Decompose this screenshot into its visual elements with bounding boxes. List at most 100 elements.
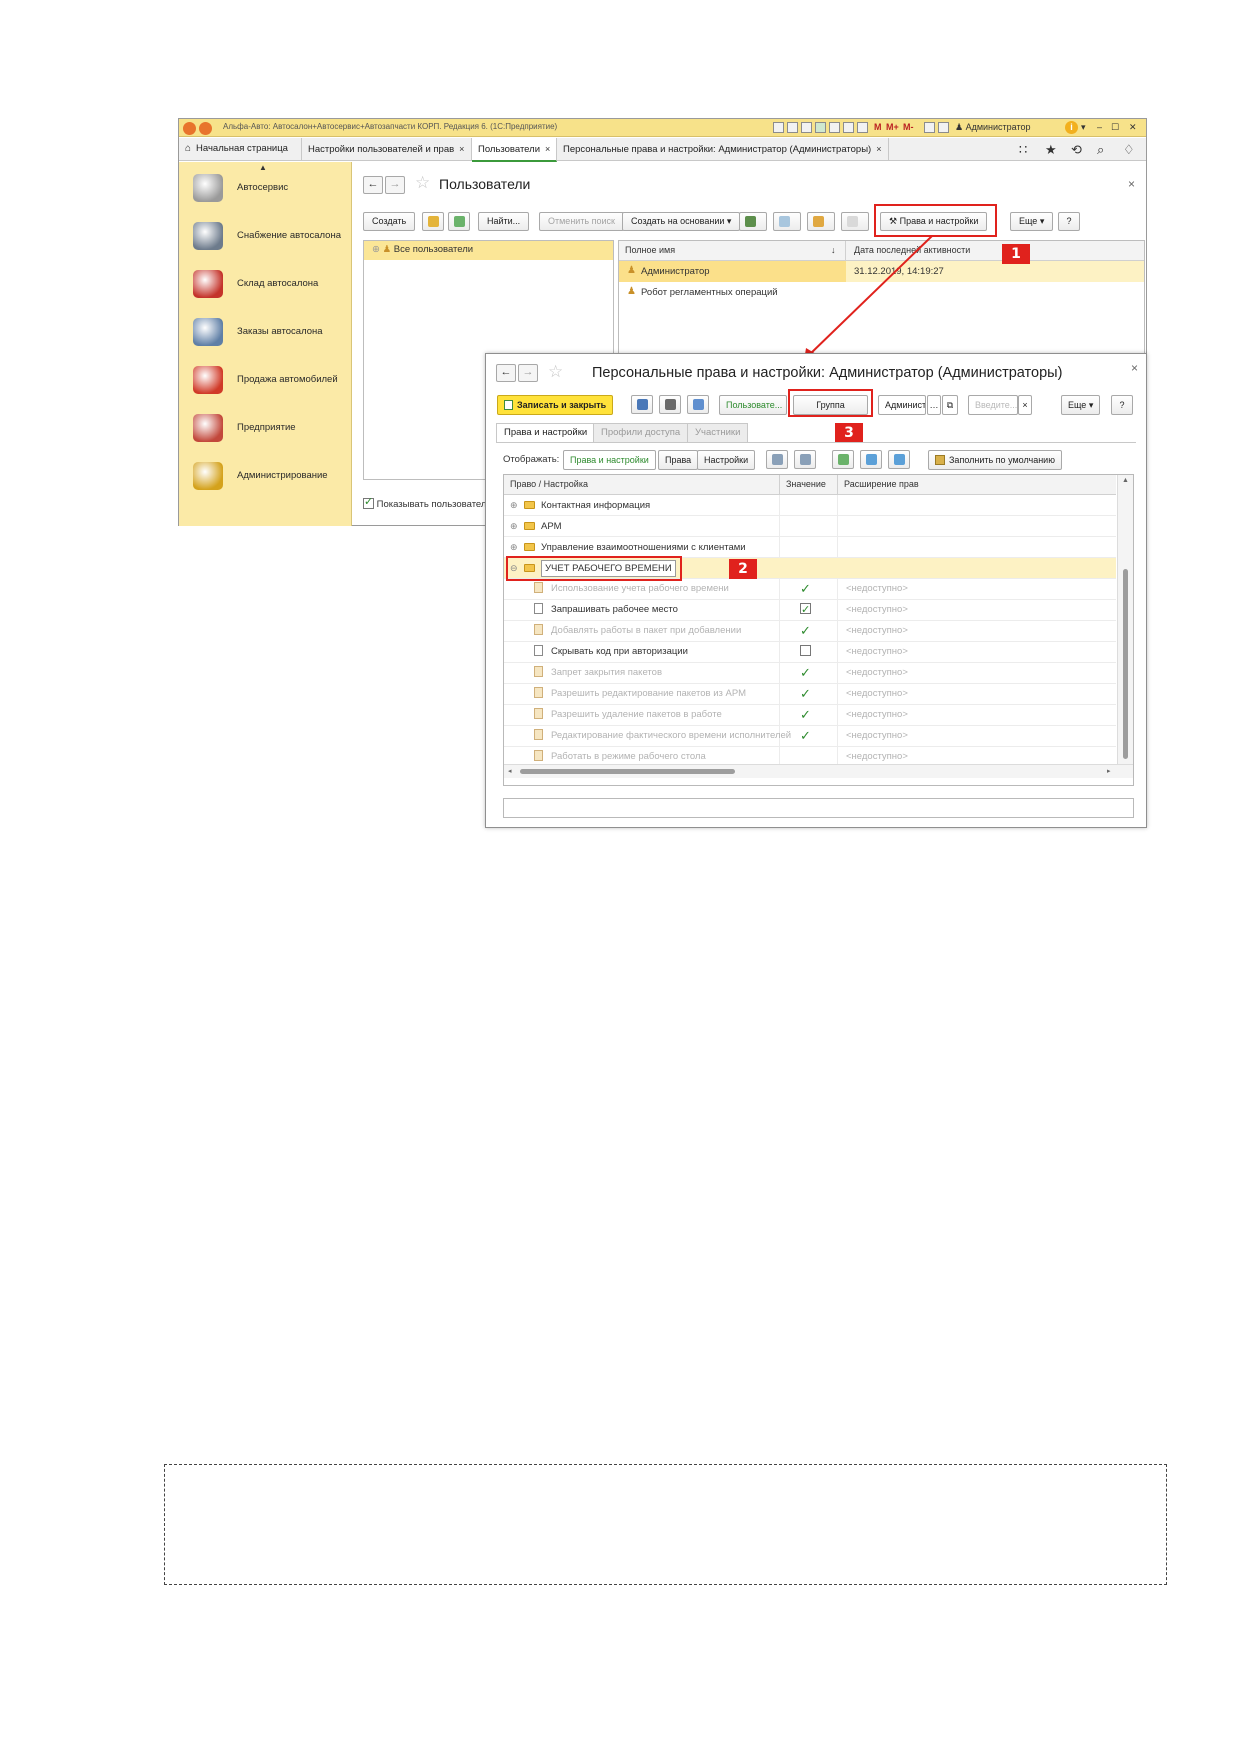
column-divider [837, 684, 838, 705]
extension-cell: <недоступно> [846, 663, 908, 684]
value-cell[interactable]: ✓ [800, 684, 811, 705]
help-button[interactable]: ? [1111, 395, 1133, 415]
close-icon[interactable]: × [1131, 361, 1138, 375]
print-button[interactable] [659, 395, 681, 414]
column-divider [837, 537, 838, 558]
fill-default-button[interactable]: Заполнить по умолчанию [928, 450, 1062, 470]
search-field[interactable]: Введите... [968, 395, 1018, 415]
item-label: Разрешить редактирование пакетов из АРМ [551, 688, 747, 699]
document-icon [534, 582, 543, 593]
collapse-all-button[interactable] [794, 450, 816, 469]
column-divider [779, 705, 780, 726]
group-cell: ⊕ Управление взаимоотношениями с клиентам… [510, 537, 746, 558]
tree-item-row[interactable]: Добавлять работы в пакет при добавлении ✓… [504, 621, 1116, 642]
tab-access-profiles[interactable]: Профили доступа [593, 423, 689, 442]
col-rights-extension[interactable]: Расширение прав [844, 475, 919, 494]
more-label: Еще [1068, 400, 1087, 410]
value-cell[interactable]: ✓ [800, 705, 811, 726]
display-rights[interactable]: Права [658, 450, 699, 470]
col-value[interactable]: Значение [786, 475, 826, 494]
extension-cell: <недоступно> [846, 642, 908, 663]
save-and-close-button[interactable]: Записать и закрыть [497, 395, 614, 415]
checkmark-icon: ✓ [800, 665, 811, 680]
expand-icon[interactable]: ⊕ [510, 537, 519, 557]
document-icon [534, 603, 543, 614]
item-cell: Разрешить удаление пакетов в работе [534, 705, 722, 726]
collapse-all-icon [800, 454, 811, 465]
group-label: Контактная информация [541, 500, 651, 511]
list-button[interactable] [687, 395, 709, 414]
col-right-setting[interactable]: Право / Настройка [510, 475, 588, 494]
scroll-left-icon[interactable]: ◂ [508, 767, 512, 775]
tree-item-row[interactable]: Редактирование фактического времени испо… [504, 726, 1116, 747]
tab-participants[interactable]: Участники [687, 423, 749, 442]
expand-all-button[interactable] [766, 450, 788, 469]
tab-rights-settings[interactable]: Права и настройки [496, 423, 596, 442]
save-doc-icon [504, 400, 513, 410]
copy-rights-button[interactable] [832, 450, 854, 469]
tree-group-row[interactable]: ⊕ Управление взаимоотношениями с клиентам… [504, 537, 1116, 558]
tree-item-row[interactable]: Скрывать код при авторизации <недоступно> [504, 642, 1116, 663]
tree-item-row[interactable]: Запрет закрытия пакетов ✓ <недоступно> [504, 663, 1116, 684]
tree-item-row[interactable]: Использование учета рабочего времени ✓ <не… [504, 579, 1116, 600]
column-divider [837, 663, 838, 684]
expand-all-icon [772, 454, 783, 465]
tree-item-row[interactable]: Запрашивать рабочее место ✓ <недоступно> [504, 600, 1116, 621]
item-label: Запрашивать рабочее место [551, 604, 678, 615]
scroll-up-icon[interactable]: ▲ [1122, 477, 1129, 484]
admin-field[interactable]: Администр [878, 395, 926, 415]
document-icon [534, 708, 543, 719]
more-button[interactable]: Еще ▾ [1061, 395, 1101, 415]
value-cell[interactable]: ✓ [800, 726, 811, 747]
column-divider [779, 600, 780, 621]
item-label: Запрет закрытия пакетов [551, 667, 662, 678]
vertical-scrollbar[interactable]: ▲ [1117, 475, 1133, 764]
item-cell: Использование учета рабочего времени [534, 579, 729, 600]
display-rights-settings[interactable]: Права и настройки [563, 450, 656, 470]
value-cell[interactable]: ✓ [800, 663, 811, 684]
checkmark-icon: ✓ [800, 686, 811, 701]
checkbox-empty-icon[interactable] [800, 645, 811, 656]
remove-rights-icon [894, 454, 905, 465]
column-divider [779, 516, 780, 537]
tree-group-row[interactable]: ⊕ Контактная информация [504, 495, 1116, 516]
document-icon [534, 750, 543, 761]
group-cell: ⊕ АРМ [510, 516, 561, 537]
clear-search-button[interactable]: × [1018, 395, 1032, 415]
dialog-back-button[interactable]: ← [496, 364, 516, 382]
open-icon[interactable]: ⧉ [942, 395, 958, 415]
value-cell[interactable]: ✓ [800, 621, 811, 642]
tree-group-row-editing[interactable]: ⊖ УЧЕТ РАБОЧЕГО ВРЕМЕНИ [504, 556, 1116, 581]
add-rights-button[interactable] [860, 450, 882, 469]
remove-rights-button[interactable] [888, 450, 910, 469]
value-cell[interactable]: ✓ [800, 600, 811, 621]
scroll-right-icon[interactable]: ▸ [1107, 767, 1111, 775]
select-dots-button[interactable]: … [927, 395, 941, 415]
display-settings[interactable]: Настройки [697, 450, 756, 470]
horizontal-scrollbar[interactable]: ◂ ▸ [504, 764, 1133, 778]
user-field-button[interactable]: Пользовате... [719, 395, 787, 415]
tree-item-row[interactable]: Разрешить редактирование пакетов из АРМ ✓… [504, 684, 1116, 705]
checkmark-icon: ✓ [800, 623, 811, 638]
tabs-divider [496, 442, 1136, 443]
expand-icon[interactable]: ⊕ [510, 495, 519, 515]
document-icon [534, 624, 543, 635]
value-cell[interactable]: ✓ [800, 579, 811, 600]
annotation-box-3 [788, 389, 873, 417]
tree-item-row[interactable]: Разрешить удаление пакетов в работе ✓ <нед… [504, 705, 1116, 726]
tree-group-row[interactable]: ⊕ АРМ [504, 516, 1116, 537]
checkbox-checked-icon[interactable]: ✓ [800, 603, 811, 616]
display-label: Отображать: [503, 454, 560, 465]
scroll-thumb[interactable] [1123, 569, 1128, 759]
save-button[interactable] [631, 395, 653, 414]
document-icon [534, 645, 543, 656]
item-label: Работать в режиме рабочего стола [551, 751, 706, 762]
comment-field[interactable] [503, 798, 1134, 818]
favorite-star-icon[interactable]: ☆ [548, 362, 563, 382]
expand-icon[interactable]: ⊕ [510, 516, 519, 536]
value-cell[interactable] [800, 642, 811, 663]
scroll-thumb-h[interactable] [520, 769, 735, 774]
dialog-forward-button[interactable]: → [518, 364, 538, 382]
item-cell: Разрешить редактирование пакетов из АРМ [534, 684, 746, 705]
extension-cell: <недоступно> [846, 600, 908, 621]
